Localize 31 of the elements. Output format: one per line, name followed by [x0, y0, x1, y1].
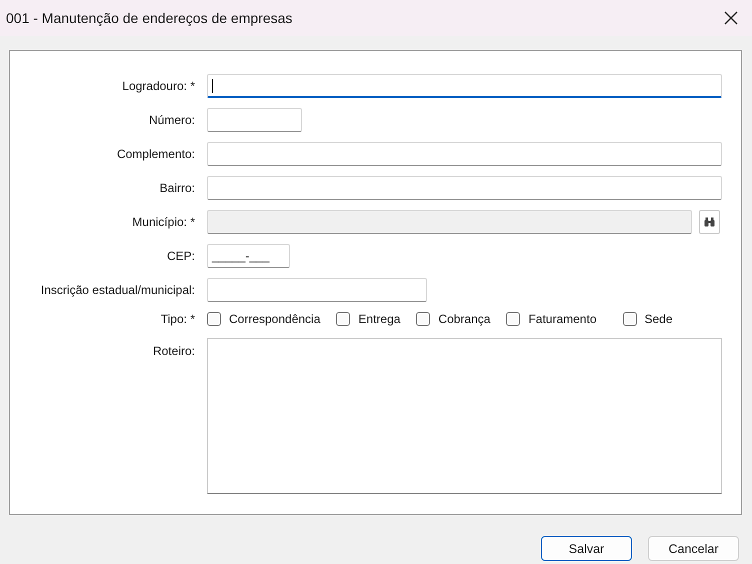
checkbox[interactable]	[207, 312, 221, 326]
checkbox[interactable]	[506, 312, 520, 326]
checkbox[interactable]	[622, 312, 636, 326]
checkbox[interactable]	[336, 312, 350, 326]
input-field[interactable]	[207, 176, 722, 200]
checkbox-label[interactable]: Faturamento	[528, 312, 596, 326]
checkbox[interactable]	[416, 312, 430, 326]
binoculars-icon	[704, 217, 715, 227]
dialog-button[interactable]: Cancelar	[648, 536, 739, 561]
field-label: Município: *	[131, 215, 196, 229]
checkbox-label[interactable]: Correspondência	[229, 312, 320, 326]
input-field[interactable]	[207, 278, 427, 302]
field-label: Complemento:	[116, 147, 196, 161]
window-title: 001 - Manutenção de endereços de empresas	[6, 10, 292, 26]
checkbox-label[interactable]: Cobrança	[438, 312, 490, 326]
field-label: Logradouro: *	[121, 79, 196, 93]
close-icon[interactable]	[724, 11, 738, 25]
field-label: Inscrição estadual/municipal:	[40, 283, 196, 297]
field-label: Bairro:	[158, 181, 196, 195]
dialog-button[interactable]: Salvar	[541, 536, 632, 561]
checkbox-label[interactable]: Entrega	[358, 312, 400, 326]
input-field[interactable]	[207, 108, 302, 132]
input-field[interactable]	[207, 142, 722, 166]
field-label: Roteiro:	[152, 343, 196, 358]
field-label: Número:	[148, 113, 196, 127]
field-label: Tipo: *	[160, 312, 196, 326]
checkbox-label[interactable]: Sede	[644, 312, 673, 326]
masked-field[interactable]: _____-___	[207, 244, 290, 268]
input-field[interactable]	[207, 74, 722, 98]
field-label: CEP:	[166, 249, 196, 263]
search-button[interactable]	[699, 210, 720, 234]
